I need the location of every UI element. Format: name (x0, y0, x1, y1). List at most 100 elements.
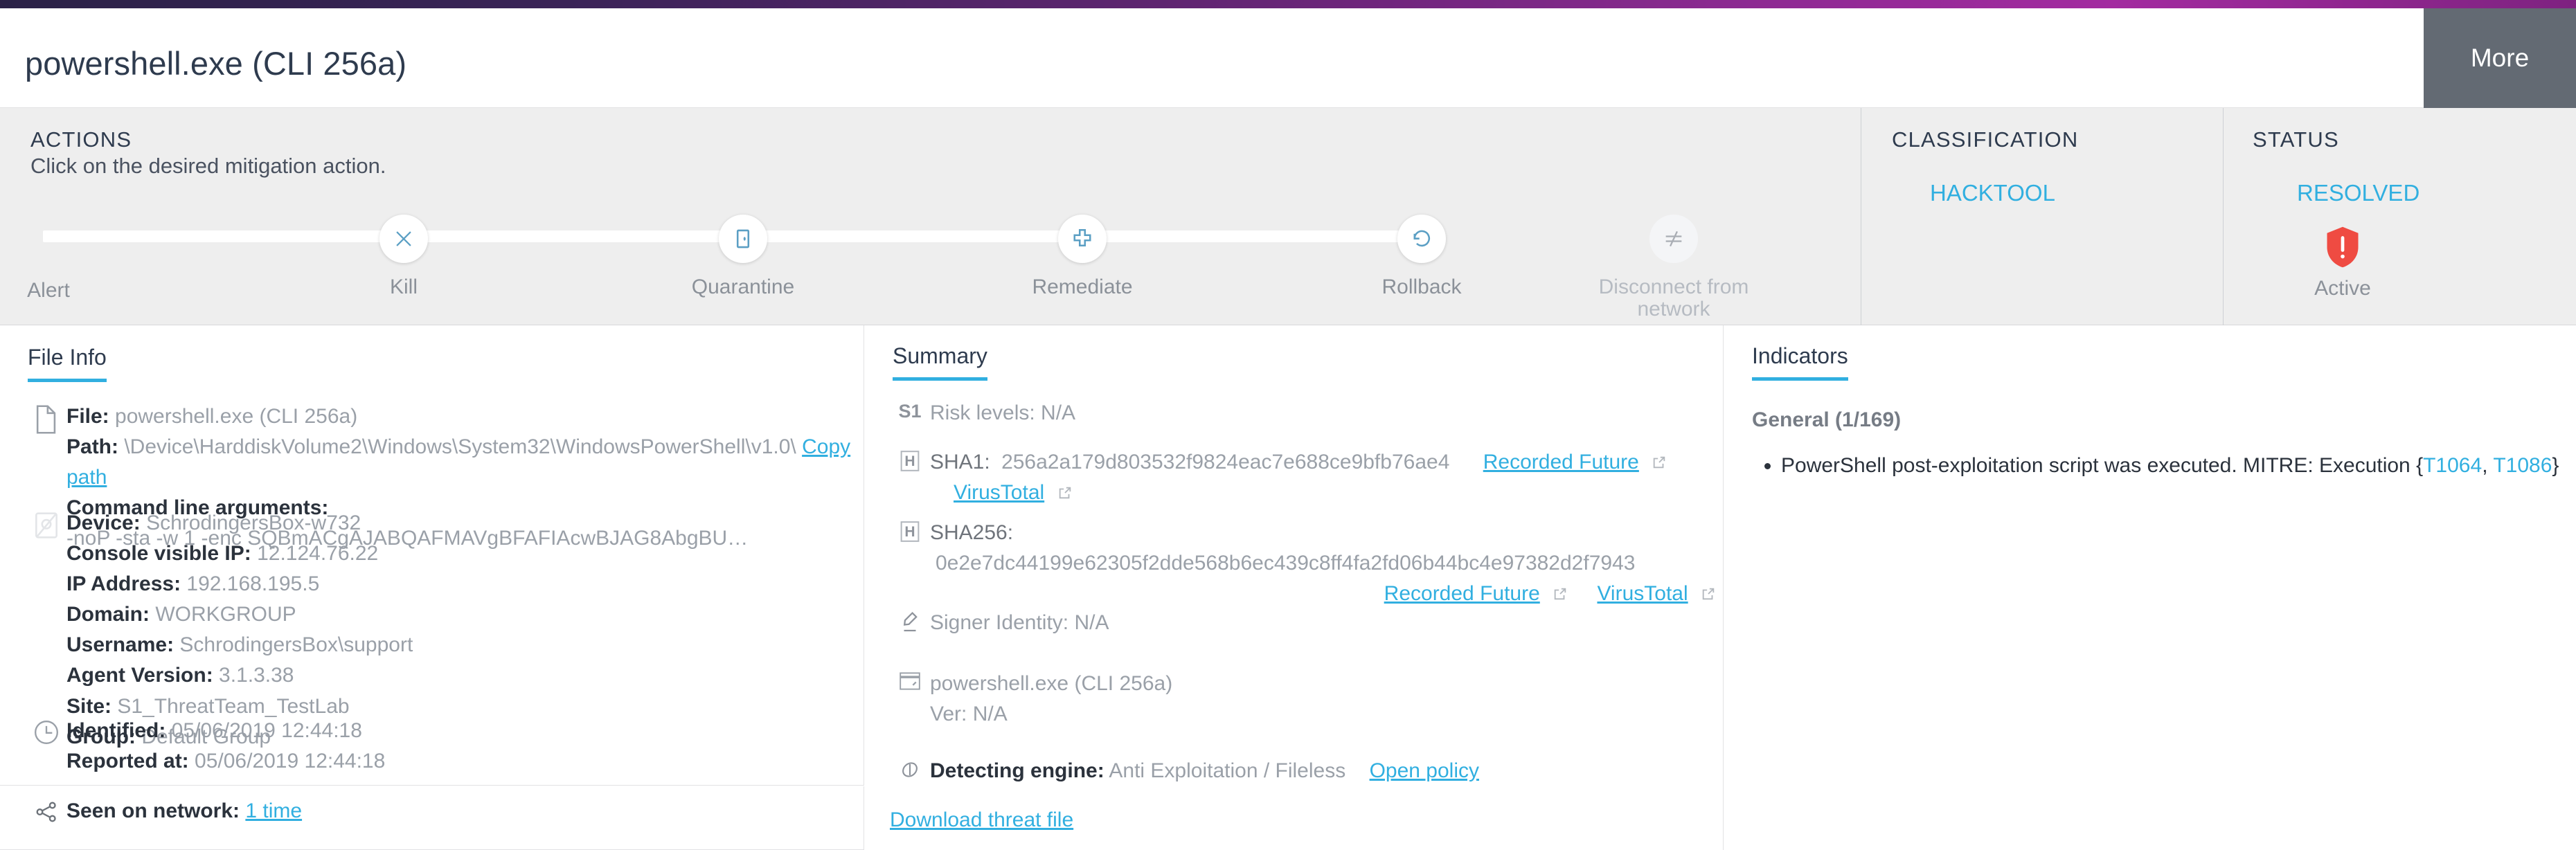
share-icon (26, 796, 66, 826)
seen-value-link[interactable]: 1 time (245, 799, 302, 822)
sha256-row: H SHA256: 0e2e7dc44199e62305f2dde568b6ec… (890, 518, 1723, 609)
indicators-list: PowerShell post-exploitation script was … (1752, 450, 2559, 481)
signer-row: Signer Identity: N/A (890, 608, 1109, 638)
sha256-row-body: SHA256: 0e2e7dc44199e62305f2dde568b6ec43… (930, 518, 1723, 609)
ip-address-label: IP Address: (66, 572, 181, 596)
process-version: Ver: N/A (930, 703, 1008, 726)
process-name: powershell.exe (CLI 256a) (930, 672, 1173, 695)
engine-value: Anti Exploitation / Fileless (1109, 759, 1346, 782)
process-row: powershell.exe (CLI 256a) Ver: N/A (890, 669, 1172, 730)
signer-label: Signer Identity: (930, 611, 1069, 634)
time-block: Identified: 05/06/2019 12:44:18 Reported… (26, 716, 385, 777)
actions-heading: ACTIONS (30, 127, 132, 152)
status-value[interactable]: RESOLVED (2297, 180, 2420, 206)
actions-subheading: Click on the desired mitigation action. (30, 154, 386, 178)
s1-icon: S1 (898, 401, 922, 422)
reported-value: 05/06/2019 12:44:18 (195, 750, 386, 773)
mitigation-stepper: Alert Kill Quarantine Remediate Rollback… (0, 215, 1828, 325)
sha256-value: 0e2e7dc44199e62305f2dde568b6ec439c8ff4fa… (936, 552, 1636, 575)
classification-value[interactable]: HACKTOOL (1930, 180, 2055, 206)
mitre-tag-t1064[interactable]: T1064 (2423, 454, 2482, 477)
sha1-label: SHA1: (930, 451, 990, 473)
console-ip-value: 12.124.76.22 (257, 542, 379, 566)
time-block-body: Identified: 05/06/2019 12:44:18 Reported… (66, 716, 385, 777)
signer-row-body: Signer Identity: N/A (930, 608, 1109, 638)
step-rollback-label: Rollback (1381, 275, 1462, 298)
site-value: S1_ThreatTeam_TestLab (117, 694, 350, 718)
list-item: PowerShell post-exploitation script was … (1781, 450, 2559, 481)
status-heading: STATUS (2253, 127, 2339, 152)
domain-label: Domain: (66, 603, 150, 626)
x-icon (379, 215, 428, 263)
seen-block-body: Seen on network: 1 time (66, 796, 302, 826)
step-kill-label: Kill (389, 275, 418, 298)
step-rollback[interactable]: Rollback (1345, 215, 1498, 298)
file-label: File: (66, 405, 109, 428)
external-link-icon (1652, 449, 1667, 469)
not-equal-icon (1649, 215, 1698, 263)
file-value: powershell.exe (CLI 256a) (115, 405, 358, 428)
step-disconnect-from-network: Disconnect from network (1591, 215, 1757, 321)
plus-blocks-icon (1058, 215, 1107, 263)
step-alert-label: Alert (27, 279, 70, 302)
external-link-icon (1057, 479, 1073, 499)
mitre-tag-t1086[interactable]: T1086 (2493, 454, 2552, 477)
sha256-virustotal-link[interactable]: VirusTotal (1597, 582, 1688, 605)
process-row-body: powershell.exe (CLI 256a) Ver: N/A (930, 669, 1172, 730)
status-divider (2223, 108, 2224, 325)
domain-value: WORKGROUP (155, 603, 296, 626)
external-link-icon (1701, 580, 1716, 600)
download-threat-file-link[interactable]: Download threat file (890, 808, 1073, 832)
application-window-icon (890, 669, 930, 730)
risk-value: N/A (1041, 401, 1076, 424)
tab-summary[interactable]: Summary (893, 343, 987, 381)
indicators-group-label: General (1/169) (1752, 408, 1902, 431)
open-policy-link[interactable]: Open policy (1370, 759, 1479, 782)
sha256-recorded-future-link[interactable]: Recorded Future (1384, 582, 1540, 605)
threat-detail-page: powershell.exe (CLI 256a) More ACTIONS C… (0, 0, 2576, 850)
risk-row: S1 Risk levels: N/A (890, 398, 1075, 428)
username-value: SchrodingersBox\support (179, 633, 413, 657)
top-accent-bar (0, 0, 2576, 8)
signer-value: N/A (1074, 611, 1109, 634)
sha1-recorded-future-link[interactable]: Recorded Future (1483, 451, 1639, 473)
engine-label: Detecting engine: (930, 759, 1104, 782)
sha1-row: H SHA1: 256a2a179d803532f9824eac7e688ce9… (890, 447, 1723, 508)
engine-row: Detecting engine: Anti Exploitation / Fi… (890, 756, 1479, 786)
indicator-text-after: } (2552, 454, 2559, 477)
file-info-panel: File Info File: powershell.exe (CLI 256a… (0, 325, 864, 786)
signature-icon (890, 608, 930, 638)
more-button[interactable]: More (2424, 8, 2576, 108)
page-header: powershell.exe (CLI 256a) More (0, 8, 2576, 108)
sha1-row-body: SHA1: 256a2a179d803532f9824eac7e688ce9bf… (930, 447, 1723, 508)
ip-address-value: 192.168.195.5 (186, 572, 320, 596)
device-value: SchrodingersBox-w732 (146, 512, 361, 534)
engine-icon (890, 756, 930, 786)
step-remediate[interactable]: Remediate (1006, 215, 1159, 298)
identified-value: 05/06/2019 12:44:18 (171, 719, 362, 742)
username-label: Username: (66, 633, 175, 657)
seen-on-network-panel: Seen on network: 1 time (0, 786, 864, 850)
site-label: Site: (66, 694, 112, 718)
identified-label: Identified: (66, 719, 166, 742)
step-kill[interactable]: Kill (328, 215, 480, 298)
page-title: powershell.exe (CLI 256a) (25, 45, 407, 82)
status-badge-icon (2324, 225, 2361, 269)
step-quarantine[interactable]: Quarantine (667, 215, 819, 298)
seen-label: Seen on network: (66, 799, 240, 822)
indicator-text-before: PowerShell post-exploitation script was … (1781, 454, 2424, 477)
detail-columns: File Info File: powershell.exe (CLI 256a… (0, 325, 2576, 850)
risk-label: Risk levels: (930, 401, 1035, 424)
sha1-virustotal-link[interactable]: VirusTotal (954, 481, 1044, 504)
path-value: \Device\HarddiskVolume2\Windows\System32… (124, 435, 796, 459)
path-label: Path: (66, 435, 118, 459)
sha1-value: 256a2a179d803532f9824eac7e688ce9bfb76ae4 (1001, 451, 1450, 473)
reported-label: Reported at: (66, 750, 189, 773)
rotate-left-icon (1397, 215, 1446, 263)
indicator-separator: , (2482, 454, 2494, 477)
agent-version-value: 3.1.3.38 (219, 664, 294, 687)
tab-indicators[interactable]: Indicators (1752, 343, 1848, 381)
door-icon (719, 215, 767, 263)
seen-block: Seen on network: 1 time (26, 796, 302, 826)
tab-file-info[interactable]: File Info (28, 345, 107, 382)
